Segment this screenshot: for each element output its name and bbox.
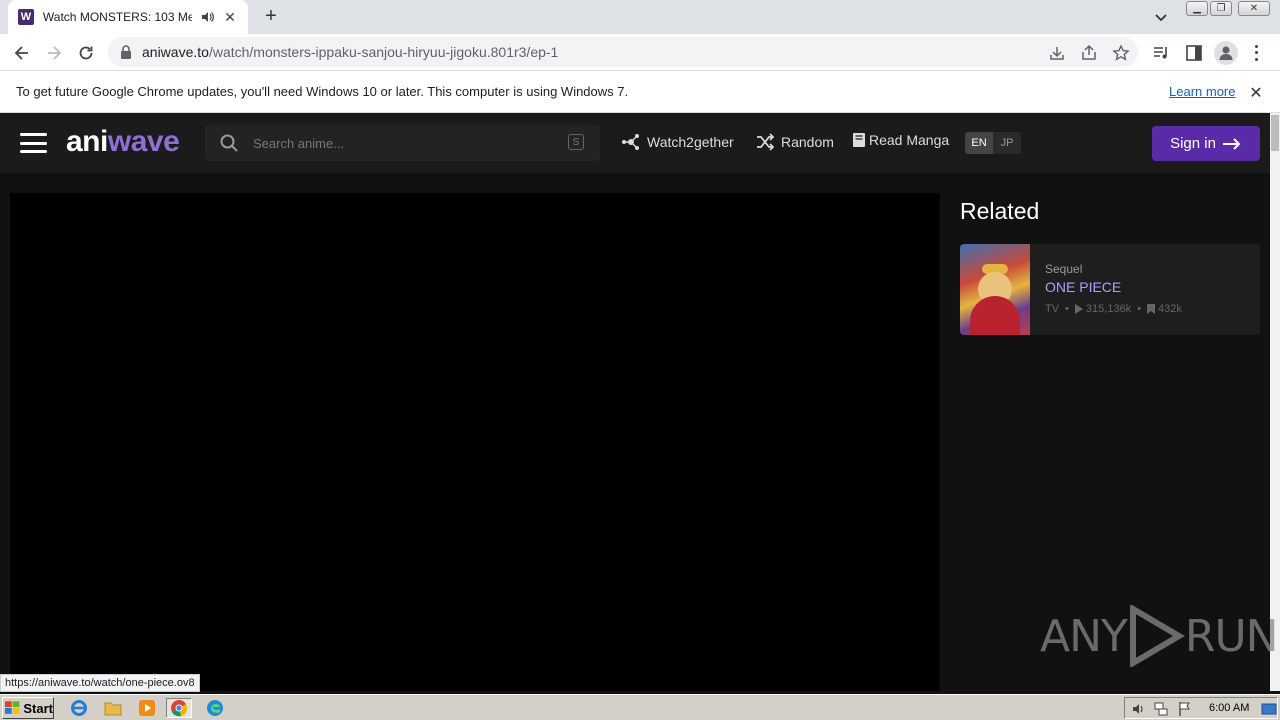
folder-taskbar-icon[interactable] bbox=[102, 698, 124, 718]
network-icon[interactable] bbox=[1153, 701, 1169, 717]
arrow-right-icon bbox=[1222, 137, 1241, 150]
book-icon bbox=[853, 133, 865, 147]
anime-poster[interactable] bbox=[960, 244, 1030, 335]
search-shortcut-hint: S bbox=[568, 134, 584, 150]
lang-en-option[interactable]: EN bbox=[965, 132, 993, 154]
bookmark-icon bbox=[1147, 304, 1156, 314]
flag-icon[interactable] bbox=[1177, 701, 1193, 717]
play-icon bbox=[1074, 304, 1083, 314]
scrollbar-thumb[interactable] bbox=[1271, 115, 1279, 151]
share-icon[interactable] bbox=[1080, 44, 1098, 62]
learn-more-link[interactable]: Learn more bbox=[1169, 84, 1235, 99]
kebab-menu-icon[interactable] bbox=[1252, 43, 1260, 63]
anime-type: TV bbox=[1045, 303, 1060, 315]
url-text[interactable]: aniwave.to/watch/monsters-ippaku-sanjou-… bbox=[142, 44, 558, 60]
media-controls-icon[interactable] bbox=[1151, 43, 1171, 63]
read-manga-link[interactable]: Read Manga bbox=[852, 132, 949, 148]
search-box: S bbox=[205, 125, 600, 161]
search-input[interactable] bbox=[253, 135, 553, 151]
taskbar-clock[interactable]: 6:00 AM bbox=[1209, 702, 1249, 714]
back-icon[interactable] bbox=[10, 41, 34, 65]
share-nodes-icon bbox=[622, 134, 639, 150]
edge-taskbar-icon[interactable] bbox=[204, 698, 226, 718]
minimize-window-button[interactable]: ▁ bbox=[1186, 1, 1208, 16]
speaker-icon[interactable] bbox=[200, 10, 215, 24]
lock-icon[interactable] bbox=[120, 45, 132, 59]
restore-window-button[interactable]: ❐ bbox=[1210, 1, 1232, 16]
anime-title-link[interactable]: ONE PIECE bbox=[1045, 279, 1121, 295]
tab-strip: W Watch MONSTERS: 103 Mercies ✕ + ▁ ❐ ✕ bbox=[0, 0, 1280, 34]
related-item[interactable]: Sequel ONE PIECE TV • 315,136k • 432k bbox=[960, 244, 1260, 335]
show-desktop-icon[interactable] bbox=[1261, 701, 1277, 717]
windows-taskbar: Start 6:00 AM bbox=[0, 694, 1280, 720]
sign-in-button[interactable]: Sign in bbox=[1152, 126, 1260, 161]
person-icon bbox=[1219, 46, 1233, 60]
random-link[interactable]: Random bbox=[755, 132, 834, 152]
video-player[interactable] bbox=[10, 193, 940, 691]
bookmark-star-icon[interactable] bbox=[1112, 44, 1130, 62]
close-icon[interactable]: ✕ bbox=[1248, 83, 1264, 103]
ie-taskbar-icon[interactable] bbox=[68, 698, 90, 718]
lang-jp-option[interactable]: JP bbox=[993, 132, 1021, 154]
site-favicon-icon: W bbox=[18, 9, 34, 25]
related-heading: Related bbox=[960, 198, 1040, 224]
forward-icon[interactable] bbox=[42, 41, 66, 65]
language-toggle[interactable]: EN JP bbox=[965, 132, 1021, 154]
start-button[interactable]: Start bbox=[2, 697, 54, 719]
tab-title: Watch MONSTERS: 103 Mercies bbox=[42, 10, 193, 24]
update-infobar: To get future Google Chrome updates, you… bbox=[0, 71, 1280, 113]
anime-meta: TV • 315,136k • 432k bbox=[1045, 303, 1182, 315]
anyrun-watermark: ANY RUN bbox=[1040, 605, 1279, 667]
menu-icon[interactable] bbox=[20, 133, 47, 153]
chrome-taskbar-icon[interactable] bbox=[166, 698, 192, 718]
shuffle-icon bbox=[757, 133, 775, 151]
side-panel-icon[interactable] bbox=[1184, 43, 1204, 63]
search-icon[interactable] bbox=[219, 133, 239, 153]
bookmark-count: 432k bbox=[1158, 303, 1182, 315]
close-window-button[interactable]: ✕ bbox=[1238, 1, 1270, 16]
relation-kind: Sequel bbox=[1045, 262, 1083, 276]
view-count: 315,136k bbox=[1085, 303, 1132, 315]
site-header: aniwave S Watch2gether Random Read Manga… bbox=[0, 113, 1270, 173]
volume-icon[interactable] bbox=[1131, 701, 1147, 717]
windows-logo-icon bbox=[5, 701, 20, 714]
browser-tab[interactable]: W Watch MONSTERS: 103 Mercies ✕ bbox=[8, 0, 248, 34]
watch2gether-link[interactable]: Watch2gether bbox=[621, 132, 734, 152]
chevron-down-icon[interactable] bbox=[1152, 8, 1170, 26]
close-tab-icon[interactable]: ✕ bbox=[222, 9, 238, 26]
install-app-icon[interactable] bbox=[1048, 44, 1066, 62]
play-triangle-logo-icon bbox=[1129, 605, 1185, 667]
infobar-message: To get future Google Chrome updates, you… bbox=[16, 84, 629, 99]
address-bar[interactable]: aniwave.to/watch/monsters-ippaku-sanjou-… bbox=[108, 37, 1138, 67]
reload-icon[interactable] bbox=[74, 41, 98, 65]
site-logo[interactable]: aniwave bbox=[66, 125, 180, 159]
status-bubble: https://aniwave.to/watch/one-piece.ov8 bbox=[0, 674, 200, 692]
media-player-taskbar-icon[interactable] bbox=[136, 698, 158, 718]
profile-avatar[interactable] bbox=[1214, 41, 1238, 65]
system-tray: 6:00 AM bbox=[1124, 697, 1278, 719]
new-tab-icon[interactable]: + bbox=[260, 5, 282, 27]
browser-toolbar: aniwave.to/watch/monsters-ippaku-sanjou-… bbox=[0, 34, 1280, 71]
